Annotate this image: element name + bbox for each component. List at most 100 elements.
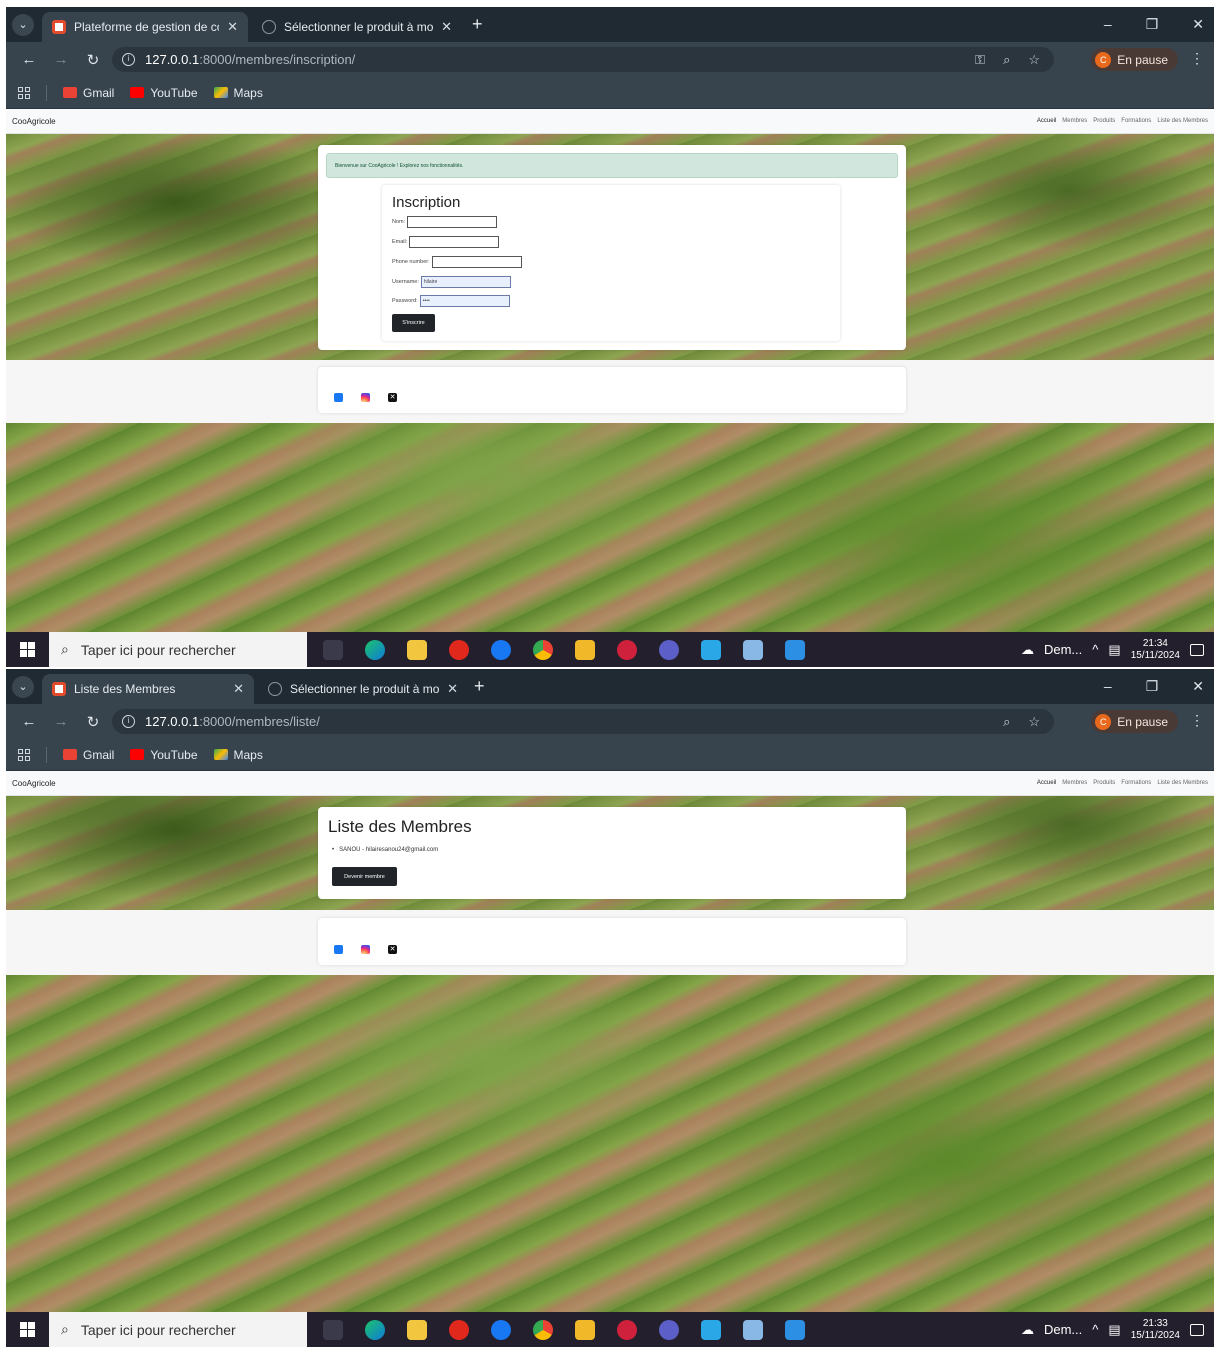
chrome-icon[interactable] xyxy=(533,1319,553,1340)
close-icon[interactable]: ✕ xyxy=(441,19,452,35)
nav-link-liste-membres[interactable]: Liste des Membres xyxy=(1157,118,1208,124)
task-view-icon[interactable] xyxy=(323,1319,343,1340)
opera-icon[interactable] xyxy=(449,639,469,660)
close-icon[interactable]: ✕ xyxy=(227,19,238,35)
close-icon[interactable]: ✕ xyxy=(233,681,244,697)
close-window-icon[interactable]: ✕ xyxy=(1192,678,1204,695)
apps-grid-icon[interactable] xyxy=(18,86,30,99)
facebook-icon[interactable] xyxy=(334,945,343,954)
x-twitter-icon[interactable]: ✕ xyxy=(388,393,397,402)
nav-link-produits[interactable]: Produits xyxy=(1093,780,1115,786)
new-tab-icon[interactable]: + xyxy=(472,15,483,33)
sinscrire-button[interactable]: S'inscrire xyxy=(392,314,435,332)
edge-icon[interactable] xyxy=(365,1319,385,1340)
app-purple-icon[interactable] xyxy=(659,1319,679,1340)
mail-icon[interactable] xyxy=(701,639,721,660)
app-purple-icon[interactable] xyxy=(659,639,679,660)
nav-link-formations[interactable]: Formations xyxy=(1121,780,1151,786)
weather-label[interactable]: Dem... xyxy=(1044,642,1082,657)
tab-inscription[interactable]: Plateforme de gestion de coopé ✕ xyxy=(42,12,248,42)
weather-label[interactable]: Dem... xyxy=(1044,1322,1082,1337)
close-icon[interactable]: ✕ xyxy=(447,681,458,697)
clock[interactable]: 21:34 15/11/2024 xyxy=(1131,638,1180,662)
tab-search-icon[interactable]: ⌄ xyxy=(12,14,34,36)
bookmark-gmail[interactable]: Gmail xyxy=(63,748,114,762)
profile-button[interactable]: C En pause xyxy=(1091,710,1178,733)
zoom-icon[interactable]: ⌕ xyxy=(1003,714,1010,730)
store-icon[interactable] xyxy=(407,639,427,660)
facebook-app-icon[interactable] xyxy=(491,1319,511,1340)
nav-link-accueil[interactable]: Accueil xyxy=(1037,780,1056,786)
bookmark-youtube[interactable]: YouTube xyxy=(130,748,198,762)
app-red-icon[interactable] xyxy=(617,1319,637,1340)
devenir-membre-button[interactable]: Devenir membre xyxy=(332,867,397,886)
bookmark-star-icon[interactable]: ☆ xyxy=(1028,714,1040,730)
zoom-icon[interactable]: ⌕ xyxy=(1003,52,1010,68)
restore-icon[interactable]: ❐ xyxy=(1146,16,1159,33)
app-red-icon[interactable] xyxy=(617,639,637,660)
profile-button[interactable]: C En pause xyxy=(1091,48,1178,71)
nav-link-produits[interactable]: Produits xyxy=(1093,118,1115,124)
tray-chevron-icon[interactable]: ^ xyxy=(1092,1322,1098,1337)
file-explorer-icon[interactable] xyxy=(575,1319,595,1340)
mail-icon[interactable] xyxy=(701,1319,721,1340)
edge-icon[interactable] xyxy=(365,639,385,660)
email-input[interactable] xyxy=(409,236,500,248)
nav-link-membres[interactable]: Membres xyxy=(1062,780,1087,786)
windows-start-icon[interactable] xyxy=(20,1322,35,1337)
site-brand[interactable]: CooAgricole xyxy=(12,117,56,126)
restore-icon[interactable]: ❐ xyxy=(1146,678,1159,695)
minimize-icon[interactable]: – xyxy=(1104,678,1112,695)
nav-link-accueil[interactable]: Accueil xyxy=(1037,118,1056,124)
reload-icon[interactable]: ↻ xyxy=(84,713,102,731)
site-brand[interactable]: CooAgricole xyxy=(12,779,56,788)
tab-search-icon[interactable]: ⌄ xyxy=(12,676,34,698)
nav-link-membres[interactable]: Membres xyxy=(1062,118,1087,124)
nav-link-formations[interactable]: Formations xyxy=(1121,118,1151,124)
vscode-icon[interactable] xyxy=(785,1319,805,1340)
instagram-icon[interactable] xyxy=(361,945,370,954)
username-input[interactable]: hilaire xyxy=(420,276,511,288)
app-blue-icon[interactable] xyxy=(743,1319,763,1340)
notification-icon[interactable] xyxy=(1190,1323,1204,1336)
chrome-icon[interactable] xyxy=(533,639,553,660)
instagram-icon[interactable] xyxy=(361,393,370,402)
bookmark-star-icon[interactable]: ☆ xyxy=(1028,52,1040,68)
store-icon[interactable] xyxy=(407,1319,427,1340)
apps-grid-icon[interactable] xyxy=(18,748,30,761)
taskbar-search[interactable]: ⌕ Taper ici pour rechercher xyxy=(49,1312,307,1347)
minimize-icon[interactable]: – xyxy=(1104,16,1112,33)
tab-liste-membres[interactable]: Liste des Membres ✕ xyxy=(42,674,254,704)
forward-arrow-icon[interactable]: → xyxy=(52,713,70,730)
tab-selection-produit[interactable]: Sélectionner le produit à modif ✕ xyxy=(252,12,462,42)
facebook-icon[interactable] xyxy=(334,393,343,402)
password-input[interactable]: •••• xyxy=(419,295,510,307)
network-icon[interactable]: ▤ xyxy=(1108,1322,1120,1338)
key-icon[interactable]: ⚿ xyxy=(975,52,985,68)
taskbar-search[interactable]: ⌕ Taper ici pour rechercher xyxy=(49,632,307,667)
tab-selection-produit[interactable]: Sélectionner le produit à modif ✕ xyxy=(258,674,468,704)
network-icon[interactable]: ▤ xyxy=(1108,642,1120,658)
forward-arrow-icon[interactable]: → xyxy=(52,51,70,68)
x-twitter-icon[interactable]: ✕ xyxy=(388,945,397,954)
vscode-icon[interactable] xyxy=(785,639,805,660)
bookmark-maps[interactable]: Maps xyxy=(213,748,263,762)
bookmark-youtube[interactable]: YouTube xyxy=(130,86,198,100)
reload-icon[interactable]: ↻ xyxy=(84,51,102,69)
task-view-icon[interactable] xyxy=(323,639,343,660)
app-blue-icon[interactable] xyxy=(743,639,763,660)
close-window-icon[interactable]: ✕ xyxy=(1192,16,1204,33)
bookmark-maps[interactable]: Maps xyxy=(213,86,263,100)
bookmark-gmail[interactable]: Gmail xyxy=(63,86,114,100)
new-tab-icon[interactable]: + xyxy=(474,677,485,695)
windows-start-icon[interactable] xyxy=(20,642,35,657)
info-icon[interactable]: i xyxy=(122,53,135,66)
address-bar[interactable]: i 127.0.0.1:8000/membres/liste/ ⌕ ☆ xyxy=(112,709,1054,734)
nom-input[interactable] xyxy=(407,216,498,228)
file-explorer-icon[interactable] xyxy=(575,639,595,660)
tray-chevron-icon[interactable]: ^ xyxy=(1092,642,1098,657)
opera-icon[interactable] xyxy=(449,1319,469,1340)
facebook-app-icon[interactable] xyxy=(491,639,511,660)
menu-kebab-icon[interactable]: ⋮ xyxy=(1190,50,1204,67)
notification-icon[interactable] xyxy=(1190,643,1204,656)
